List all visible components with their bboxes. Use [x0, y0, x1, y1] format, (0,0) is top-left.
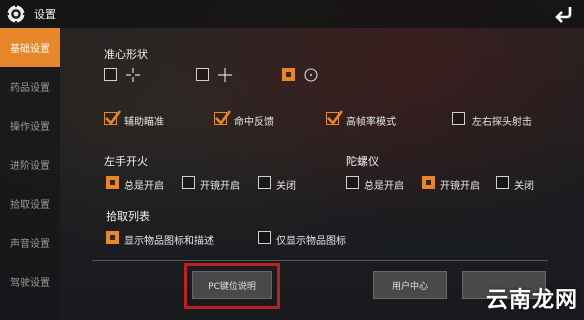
- sidebar-item-label: 声音设置: [10, 239, 50, 250]
- sidebar-item-label: 拾取设置: [10, 200, 50, 211]
- sidebar-item-medicine[interactable]: 药品设置: [0, 67, 60, 106]
- title-group: 设置: [6, 4, 56, 24]
- gear-icon: [6, 4, 26, 24]
- sidebar-item-basic[interactable]: 基础设置: [0, 28, 60, 67]
- left-fire-off-label: 关闭: [276, 181, 296, 192]
- pickup-icon-only-checkbox[interactable]: [258, 231, 271, 244]
- high-fps-checkbox[interactable]: [326, 110, 344, 125]
- check-icon: [215, 110, 232, 125]
- gyro-always-label: 总是开启: [364, 181, 404, 192]
- crosshair-plus-icon: [218, 68, 232, 82]
- aim-assist-checkbox[interactable]: [104, 110, 122, 125]
- user-center-label: 用户中心: [391, 281, 428, 292]
- watermark: 云南龙网: [485, 288, 578, 313]
- sidebar-item-pickup[interactable]: 拾取设置: [0, 184, 60, 223]
- aim-assist-label: 辅助瞄准: [124, 117, 164, 128]
- gyro-off-checkbox[interactable]: [496, 176, 509, 189]
- pickup-full-label: 显示物品图标和描述: [124, 236, 214, 247]
- left-fire-off-checkbox[interactable]: [258, 176, 271, 189]
- gyro-scope-checkbox[interactable]: [422, 176, 435, 189]
- pickup-icon-only-label: 仅显示物品图标: [276, 236, 346, 247]
- back-button[interactable]: [544, 0, 584, 28]
- sidebar-item-advanced[interactable]: 进阶设置: [0, 145, 60, 184]
- hit-feedback-label: 命中反馈: [234, 117, 274, 128]
- sidebar-item-controls[interactable]: 操作设置: [0, 106, 60, 145]
- hit-feedback-checkbox[interactable]: [214, 110, 232, 125]
- crosshair-title: 准心形状: [104, 48, 148, 61]
- sidebar-item-label: 药品设置: [10, 83, 50, 94]
- left-fire-scope-label: 开镜开启: [200, 181, 240, 192]
- pickup-title: 拾取列表: [106, 210, 150, 223]
- page-title: 设置: [34, 8, 56, 21]
- sidebar-item-label: 驾驶设置: [10, 278, 50, 289]
- divider: [92, 260, 548, 261]
- crosshair-option-2-checkbox[interactable]: [196, 68, 209, 81]
- sidebar-item-driving[interactable]: 驾驶设置: [0, 262, 60, 301]
- crosshair-circle-icon: [304, 68, 318, 82]
- lean-fire-label: 左右探头射击: [472, 117, 532, 128]
- left-fire-scope-checkbox[interactable]: [182, 176, 195, 189]
- gyro-off-label: 关闭: [514, 181, 534, 192]
- gyro-always-checkbox[interactable]: [346, 176, 359, 189]
- crosshair-option-1-checkbox[interactable]: [104, 68, 117, 81]
- pickup-full-checkbox[interactable]: [106, 231, 119, 244]
- lean-fire-checkbox[interactable]: [452, 112, 465, 125]
- high-fps-label: 高帧率模式: [346, 117, 396, 128]
- gyro-title: 陀螺仪: [346, 155, 379, 168]
- left-fire-always-label: 总是开启: [124, 181, 164, 192]
- sidebar: 基础设置 药品设置 操作设置 进阶设置 拾取设置 声音设置 驾驶设置: [0, 28, 60, 320]
- check-icon: [105, 110, 122, 125]
- top-bar: 设置: [0, 0, 584, 28]
- back-arrow-icon: [555, 7, 572, 23]
- sidebar-item-sound[interactable]: 声音设置: [0, 223, 60, 262]
- sidebar-item-label: 进阶设置: [10, 161, 50, 172]
- left-fire-always-checkbox[interactable]: [106, 176, 119, 189]
- sidebar-item-label: 操作设置: [10, 122, 50, 133]
- gyro-scope-label: 开镜开启: [440, 181, 480, 192]
- sidebar-item-label: 基础设置: [10, 44, 50, 55]
- highlight-frame: [184, 263, 280, 309]
- left-fire-title: 左手开火: [104, 155, 148, 168]
- check-icon: [327, 110, 344, 125]
- user-center-button[interactable]: 用户中心: [373, 271, 447, 299]
- crosshair-thin-icon: [126, 68, 140, 82]
- crosshair-option-3-checkbox[interactable]: [282, 68, 295, 81]
